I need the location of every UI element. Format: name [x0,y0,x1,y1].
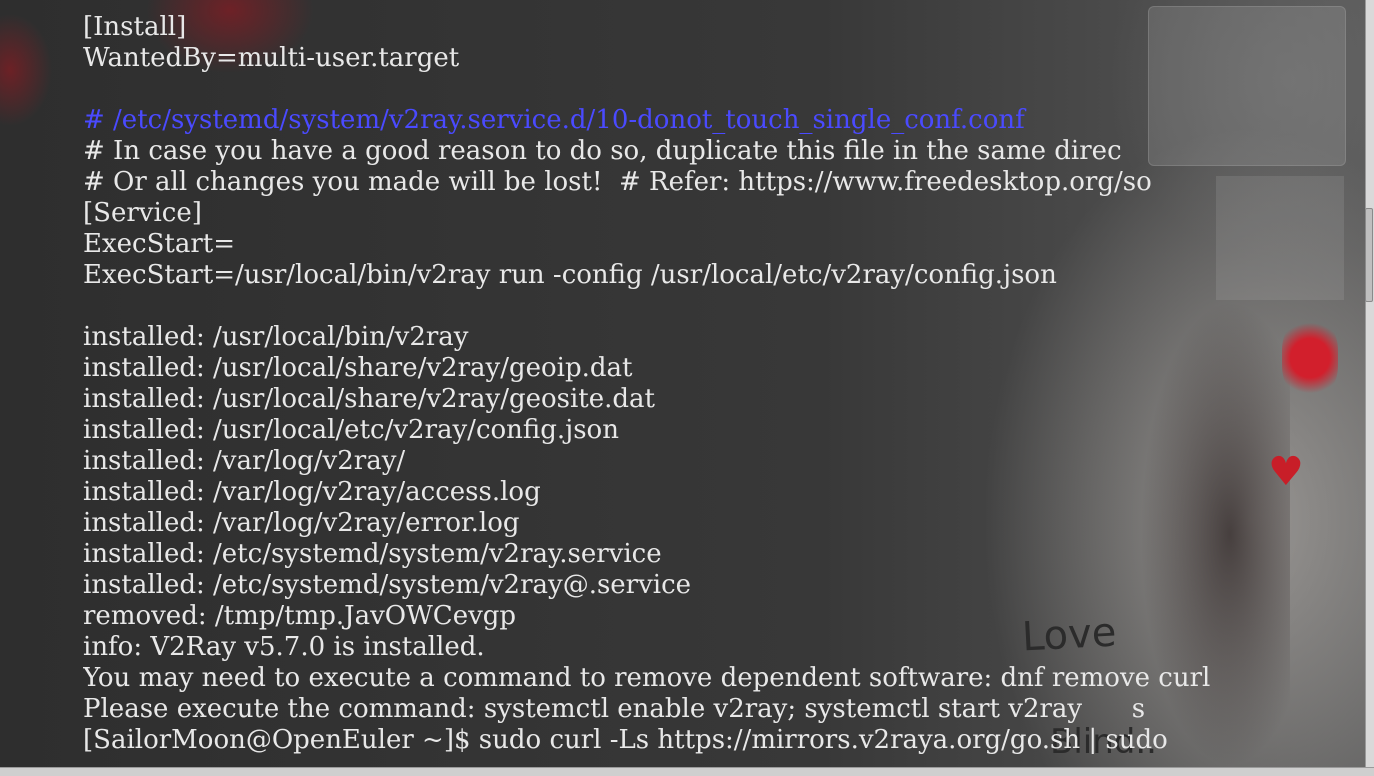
wallpaper-bow [1282,318,1338,398]
terminal-line: installed: /usr/local/share/v2ray/geosit… [83,384,655,414]
terminal-window: ♥ Love Blind.. [Install] WantedBy=multi-u… [0,0,1366,768]
terminal-line: installed: /etc/systemd/system/v2ray@.se… [83,570,692,600]
terminal-line: # Or all changes you made will be lost! … [83,167,1152,197]
terminal-line: installed: /usr/local/share/v2ray/geoip.… [83,353,633,383]
window-bottom-border [0,767,1374,776]
terminal-line: info: V2Ray v5.7.0 is installed. [83,632,485,662]
terminal-line: installed: /etc/systemd/system/v2ray.ser… [83,539,662,569]
terminal-line: ExecStart= [83,229,236,259]
terminal-line: Please execute the command: systemctl en… [83,694,1146,724]
terminal-line: installed: /usr/local/bin/v2ray [83,322,469,352]
terminal-line: WantedBy=multi-user.target [83,43,460,73]
shell-prompt-line: [SailorMoon@OpenEuler ~]$ sudo curl -Ls … [83,725,1168,755]
terminal-line: installed: /usr/local/etc/v2ray/config.j… [83,415,619,445]
terminal-line: [Service] [83,198,202,228]
terminal-line: You may need to execute a command to rem… [83,663,1211,693]
scrollbar-thumb[interactable] [1365,208,1373,302]
terminal-output[interactable]: [Install] WantedBy=multi-user.target # /et… [83,12,1283,764]
vertical-scrollbar[interactable] [1365,0,1374,776]
terminal-line: removed: /tmp/tmp.JavOWCevgp [83,601,517,631]
terminal-line: ExecStart=/usr/local/bin/v2ray run -conf… [83,260,1057,290]
terminal-line: # In case you have a good reason to do s… [83,136,1122,166]
terminal-line: [Install] [83,12,187,42]
terminal-line: installed: /var/log/v2ray/access.log [83,477,541,507]
terminal-line: installed: /var/log/v2ray/error.log [83,508,520,538]
terminal-line: # /etc/systemd/system/v2ray.service.d/10… [83,105,1025,135]
terminal-line: installed: /var/log/v2ray/ [83,446,406,476]
